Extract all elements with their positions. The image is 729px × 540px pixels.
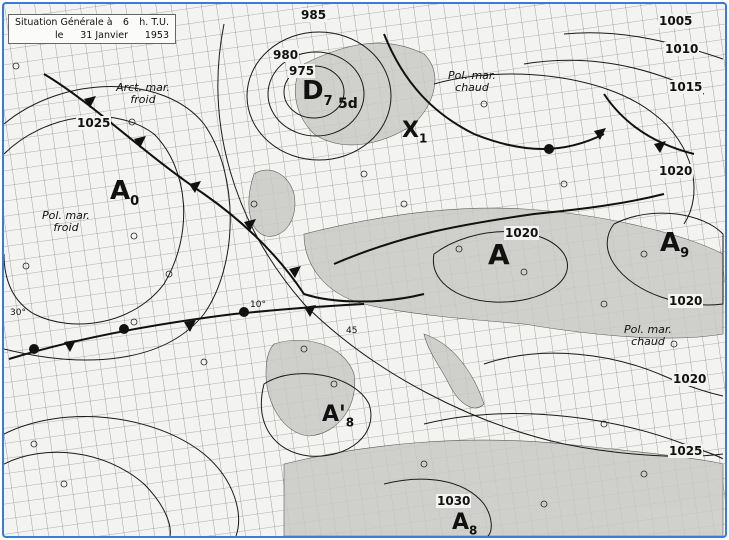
pressure-center-a8-sub: 8 (345, 415, 355, 430)
pressure-center-d7-tag: 5d (338, 96, 358, 112)
pressure-center-a8-south-sub: 8 (469, 523, 478, 538)
isobar-label-1015: 1015 (668, 80, 704, 94)
isobar-label-1030: 1030 (436, 494, 472, 508)
title-year: 1953 (144, 30, 169, 41)
pressure-center-d7: D7 (302, 76, 333, 109)
title-date: 31 Janvier (80, 30, 129, 41)
pressure-center-a9: A9 (660, 228, 689, 261)
title-hour-unit: h. T.U. (139, 17, 169, 28)
air-mass-polar-warm-north: Pol. mar. chaud (448, 69, 496, 94)
pressure-center-d7-letter: D (302, 76, 324, 106)
isobar-label-1020-se: 1020 (672, 372, 708, 386)
isobar-label-1020-east: 1020 (658, 164, 694, 178)
title-heading: Situation Générale à (15, 17, 113, 28)
warm-front-bump (239, 307, 249, 317)
isobar-label-985: 985 (300, 8, 328, 22)
latitude-label-30: 30° (10, 308, 26, 318)
weather-map-frame: Situation Générale à 6 h. T.U. le 31 Jan… (2, 2, 727, 538)
title-date-prefix: le (55, 30, 64, 41)
isobar-label-980: 980 (272, 48, 300, 62)
map-title-box: Situation Générale à 6 h. T.U. le 31 Jan… (8, 14, 176, 44)
pressure-center-a8-south: A8 (452, 510, 478, 538)
pressure-center-a9-letter: A (660, 228, 681, 258)
pressure-center-d7-sub: 7 (323, 94, 333, 110)
pressure-center-x1-sub: 1 (418, 131, 428, 146)
air-mass-arctic-cold: Arct. mar. froid (116, 81, 170, 106)
pressure-center-x1-letter: X (402, 118, 419, 143)
latitude-label-45: 45 (346, 326, 358, 336)
isobar-label-1020-a9: 1020 (668, 294, 704, 308)
title-hour: 6 (122, 17, 129, 28)
isobar-label-1005: 1005 (658, 14, 694, 28)
land-north-africa (283, 439, 724, 536)
pressure-center-a0-sub: 0 (130, 194, 140, 210)
pressure-center-a0-letter: A (110, 176, 131, 206)
pressure-center-a8-letter: A' (322, 402, 346, 427)
pressure-center-a8: A'8 (322, 402, 354, 429)
pressure-center-a-central: A (488, 238, 510, 271)
latitude-label-10: 10° (250, 300, 266, 310)
isobar-label-1025-se: 1025 (668, 444, 704, 458)
isobar-label-1010: 1010 (664, 42, 700, 56)
warm-front-bump (119, 324, 129, 334)
air-mass-polar-warm-east: Pol. mar. chaud (624, 323, 672, 348)
air-mass-polar-cold: Pol. mar. froid (42, 209, 90, 234)
pressure-center-x1: X1 (402, 118, 427, 145)
isobar-label-1025: 1025 (76, 116, 112, 130)
pressure-center-a-central-letter: A (488, 238, 510, 271)
pressure-center-a8-south-letter: A (452, 510, 470, 535)
warm-front-bump (29, 344, 39, 354)
pressure-center-a9-sub: 9 (680, 246, 690, 262)
warm-front-bump (544, 144, 554, 154)
pressure-center-a0: A0 (110, 176, 139, 209)
